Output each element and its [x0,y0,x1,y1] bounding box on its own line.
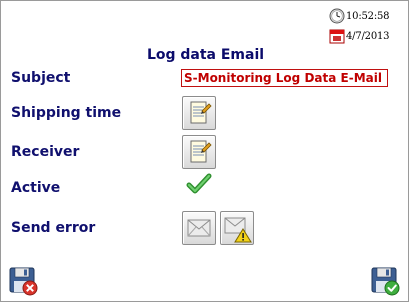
send-error-warning-button[interactable] [220,211,254,245]
envelope-warning-icon [224,217,252,243]
confirm-button[interactable] [369,265,401,297]
receiver-edit-button[interactable] [182,135,216,169]
active-label: Active [11,180,61,196]
log-data-email-screen: 10:52:58 4/7/2013 Log data Email Subject… [0,0,409,302]
time-display: 10:52:58 [346,10,390,22]
date-display: 4/7/2013 [346,30,390,42]
checkmark-icon [186,173,212,194]
clock-date-panel: 10:52:58 4/7/2013 [329,7,405,47]
save-cancel-icon [9,267,38,296]
subject-value: S-Monitoring Log Data E-Mail [184,71,382,85]
cancel-button[interactable] [7,265,39,297]
active-checkbox[interactable] [186,173,212,199]
receiver-label: Receiver [11,144,80,160]
shipping-time-label: Shipping time [11,105,122,121]
subject-label: Subject [11,70,71,86]
send-error-mail-button[interactable] [182,211,216,245]
send-error-label: Send error [11,220,96,236]
save-confirm-icon [371,267,400,296]
page-title: Log data Email [146,47,265,63]
subject-field[interactable]: S-Monitoring Log Data E-Mail [181,69,388,87]
notepad-edit-icon [190,101,212,124]
clock-icon [329,8,345,24]
shipping-time-edit-button[interactable] [182,96,216,130]
envelope-icon [187,219,211,237]
notepad-edit-icon [190,140,212,163]
calendar-icon [329,29,345,44]
